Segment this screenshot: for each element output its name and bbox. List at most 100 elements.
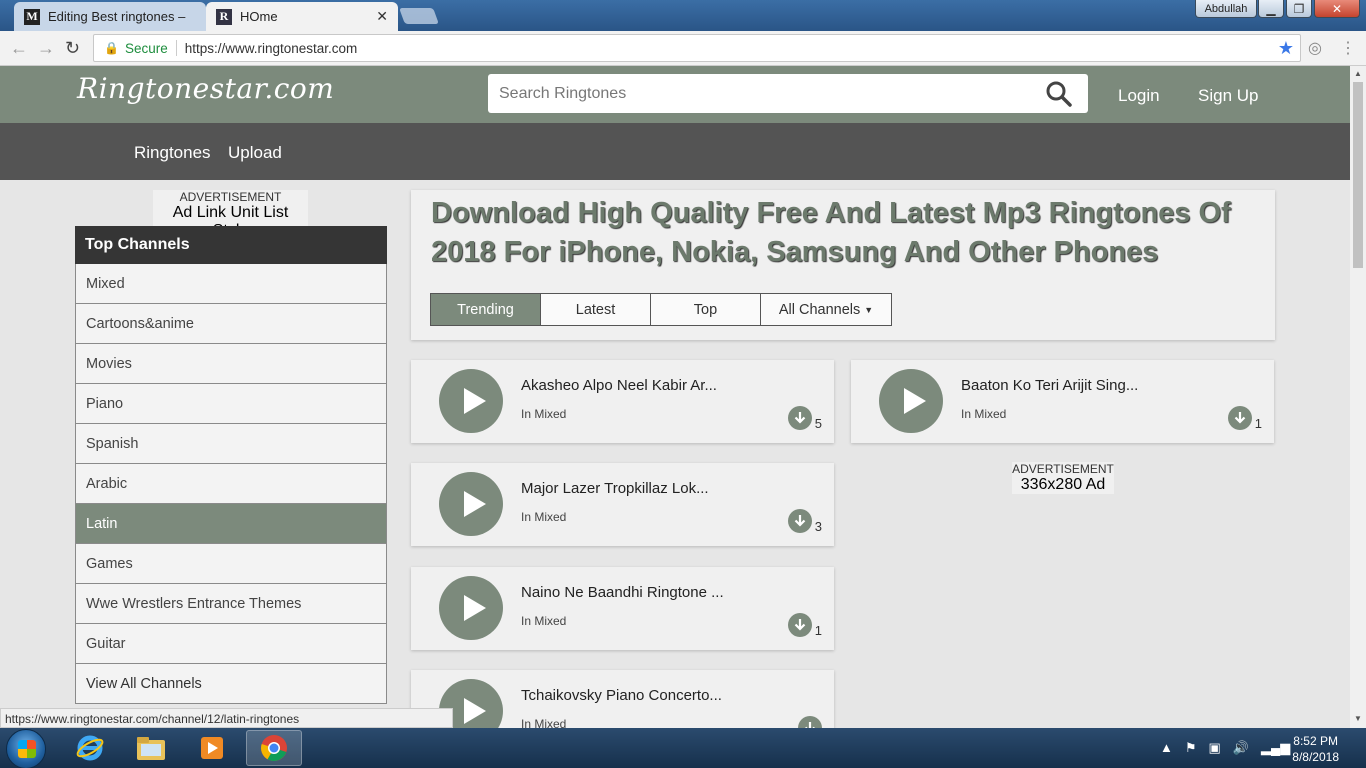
ringtone-title[interactable]: Major Lazer Tropkillaz Lok...: [521, 480, 709, 497]
chrome-icon: [261, 735, 287, 762]
ringtone-channel: In Mixed: [961, 407, 1007, 421]
tab-trending[interactable]: Trending: [430, 293, 541, 326]
back-arrow-icon[interactable]: ←: [10, 38, 28, 59]
media-player-icon: [201, 737, 223, 759]
channel-item-wwe[interactable]: Wwe Wrestlers Entrance Themes: [75, 584, 387, 624]
profile-badge[interactable]: Abdullah: [1195, 0, 1257, 18]
view-all-channels-link[interactable]: View All Channels: [75, 664, 387, 704]
ringtone-channel: In Mixed: [521, 717, 567, 728]
taskbar-explorer[interactable]: [123, 730, 179, 766]
search-input[interactable]: [488, 84, 1028, 103]
top-channels-panel: Top Channels Mixed Cartoons&anime Movies…: [75, 226, 387, 704]
ringtone-channel: In Mixed: [521, 614, 567, 628]
tab-all-channels[interactable]: All Channels ▼: [760, 293, 892, 326]
tab-home[interactable]: R HOme ✕: [206, 2, 398, 31]
system-tray: ▲ ⚑ ▣ 🔊 ▂▄▆: [1160, 740, 1290, 756]
tab-editing[interactable]: M Editing Best ringtones –: [14, 2, 206, 31]
close-tab-icon[interactable]: ✕: [376, 8, 388, 25]
ad-right: ADVERTISEMENT 336x280 Ad: [1012, 462, 1114, 494]
ringtone-title[interactable]: Akasheo Alpo Neel Kabir Ar...: [521, 377, 717, 394]
play-icon[interactable]: [439, 369, 503, 433]
tab-latest[interactable]: Latest: [540, 293, 651, 326]
lock-icon: 🔒: [104, 41, 119, 55]
network-warning-icon[interactable]: ▣: [1209, 740, 1221, 756]
taskbar-media[interactable]: [184, 730, 240, 766]
scroll-up-icon[interactable]: ▲: [1354, 69, 1362, 78]
channel-item-movies[interactable]: Movies: [75, 344, 387, 384]
play-icon[interactable]: [439, 472, 503, 536]
ringtone-title[interactable]: Naino Ne Baandhi Ringtone ...: [521, 584, 724, 601]
close-window-button[interactable]: ✕: [1314, 0, 1360, 18]
play-icon[interactable]: [439, 576, 503, 640]
taskbar-chrome[interactable]: [246, 730, 302, 766]
toolbar-extensions: ◎ ⋮: [1308, 38, 1356, 58]
ringtone-title[interactable]: Tchaikovsky Piano Concerto...: [521, 687, 722, 704]
download-icon[interactable]: [787, 613, 812, 637]
download-count: 1: [1227, 406, 1262, 430]
channels-heading: Top Channels: [75, 226, 387, 264]
ad-text[interactable]: 336x280 Ad: [1012, 476, 1114, 494]
signup-link[interactable]: Sign Up: [1198, 86, 1258, 106]
action-center-flag-icon[interactable]: ⚑: [1185, 740, 1197, 756]
download-icon[interactable]: [798, 716, 822, 728]
scroll-down-icon[interactable]: ▼: [1354, 714, 1362, 723]
download-number: 1: [814, 623, 822, 638]
channel-item-piano[interactable]: Piano: [75, 384, 387, 424]
browser-toolbar: ← → ↻ 🔒 Secure https://www.ringtonestar.…: [0, 31, 1366, 66]
caret-down-icon: ▼: [864, 304, 874, 315]
login-link[interactable]: Login: [1118, 86, 1160, 106]
tab-top[interactable]: Top: [650, 293, 761, 326]
nav-ringtones[interactable]: Ringtones: [134, 143, 211, 163]
download-icon[interactable]: [787, 509, 812, 533]
show-hidden-icons-icon[interactable]: ▲: [1160, 740, 1173, 756]
channel-item-spanish[interactable]: Spanish: [75, 424, 387, 464]
channel-item-guitar[interactable]: Guitar: [75, 624, 387, 664]
maximize-button[interactable]: ❐: [1286, 0, 1312, 18]
ringtone-card[interactable]: Baaton Ko Teri Arijit Sing... In Mixed 1: [851, 360, 1274, 443]
minimize-button[interactable]: ▁: [1258, 0, 1284, 18]
download-count: [798, 716, 822, 728]
download-icon[interactable]: [787, 406, 812, 430]
nav-upload[interactable]: Upload: [228, 143, 282, 163]
bookmark-star-icon[interactable]: ★: [1278, 38, 1294, 59]
extension-icon[interactable]: ◎: [1308, 38, 1322, 58]
scroll-thumb[interactable]: [1353, 82, 1363, 268]
play-icon[interactable]: [879, 369, 943, 433]
site-logo[interactable]: Ringtonestar.com: [77, 72, 334, 105]
channel-item-games[interactable]: Games: [75, 544, 387, 584]
download-icon[interactable]: [1227, 406, 1252, 430]
windows-taskbar: ▲ ⚑ ▣ 🔊 ▂▄▆ 8:52 PM 8/8/2018: [0, 728, 1366, 768]
search-box: [488, 74, 1088, 113]
start-button[interactable]: [6, 729, 46, 768]
address-bar[interactable]: 🔒 Secure https://www.ringtonestar.com ★: [93, 34, 1301, 62]
ringtone-channel: In Mixed: [521, 407, 567, 421]
url-text[interactable]: https://www.ringtonestar.com: [185, 41, 358, 56]
ringtone-card[interactable]: Akasheo Alpo Neel Kabir Ar... In Mixed 5: [411, 360, 834, 443]
new-tab-button[interactable]: [399, 8, 439, 24]
channel-item-cartoons[interactable]: Cartoons&anime: [75, 304, 387, 344]
signal-icon[interactable]: ▂▄▆: [1261, 740, 1290, 756]
menu-icon[interactable]: ⋮: [1340, 38, 1356, 58]
filter-tabs: Trending Latest Top All Channels ▼: [430, 293, 892, 326]
tab-all-channels-label: All Channels: [778, 301, 861, 318]
taskbar-ie[interactable]: [62, 730, 118, 766]
forward-arrow-icon[interactable]: →: [37, 38, 55, 59]
volume-icon[interactable]: 🔊: [1233, 740, 1249, 756]
channel-item-mixed[interactable]: Mixed: [75, 264, 387, 304]
ringtone-card[interactable]: Tchaikovsky Piano Concerto... In Mixed: [411, 670, 834, 728]
ringtone-card[interactable]: Major Lazer Tropkillaz Lok... In Mixed 3: [411, 463, 834, 546]
reload-icon[interactable]: ↻: [65, 38, 80, 59]
download-count: 5: [787, 406, 822, 430]
ringtonestar-favicon-icon: R: [216, 8, 232, 25]
channel-item-arabic[interactable]: Arabic: [75, 464, 387, 504]
page-scrollbar[interactable]: ▲ ▼: [1350, 66, 1366, 728]
search-icon[interactable]: [1046, 81, 1072, 107]
window-controls: ▁ ❐ ✕: [1258, 0, 1360, 18]
download-number: 3: [814, 519, 822, 534]
taskbar-clock[interactable]: 8:52 PM 8/8/2018: [1292, 733, 1339, 765]
ad-label: ADVERTISEMENT: [179, 190, 282, 204]
channel-item-latin[interactable]: Latin: [75, 504, 387, 544]
page-viewport: Ringtonestar.com Login Sign Up Ringtones…: [0, 66, 1350, 728]
ringtone-card[interactable]: Naino Ne Baandhi Ringtone ... In Mixed 1: [411, 567, 834, 650]
ringtone-title[interactable]: Baaton Ko Teri Arijit Sing...: [961, 377, 1138, 394]
